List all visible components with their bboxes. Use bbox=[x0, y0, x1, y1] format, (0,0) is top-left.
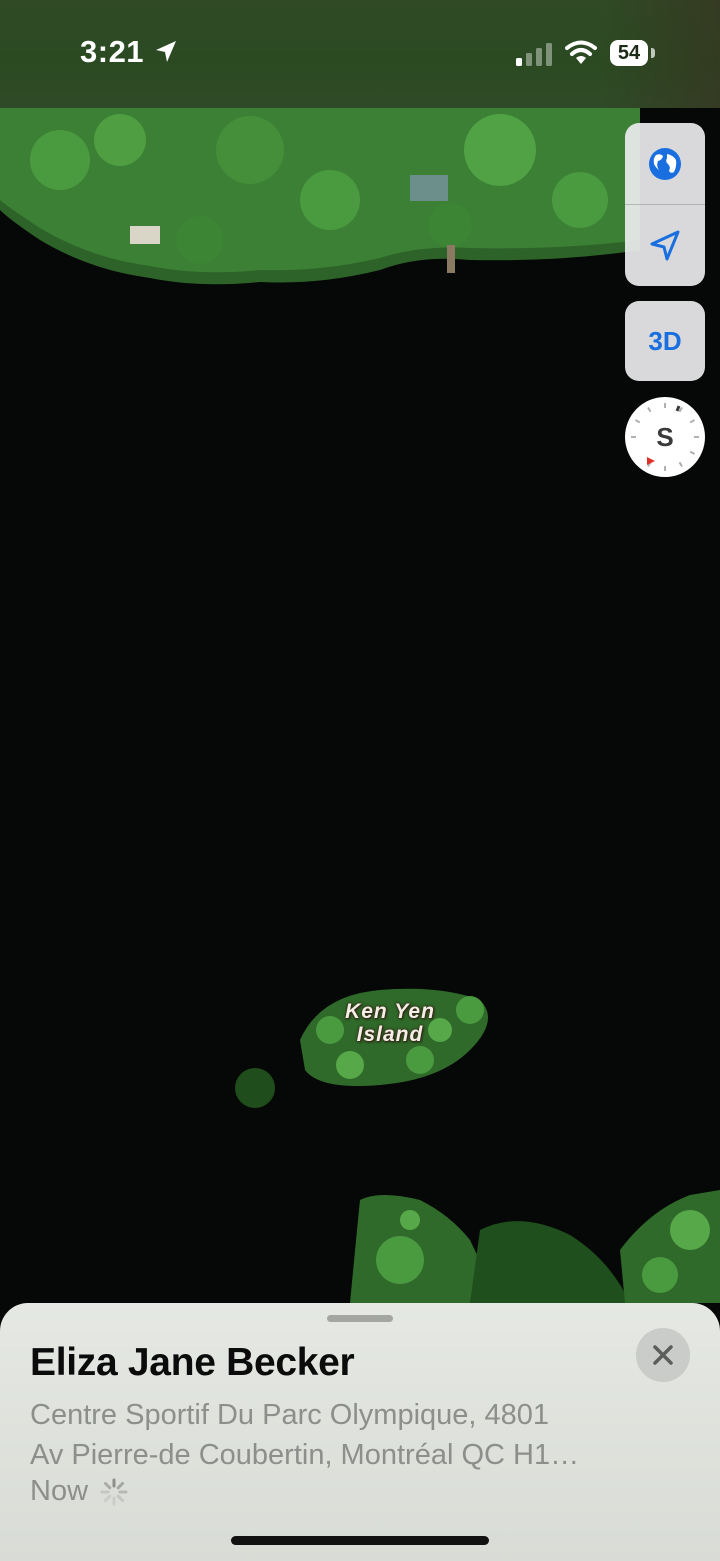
sheet-grabber[interactable] bbox=[327, 1315, 393, 1322]
battery-icon: 54 bbox=[610, 40, 648, 66]
compass-heading: S bbox=[656, 421, 674, 452]
updated-time: Now bbox=[30, 1475, 89, 1507]
place-label-line2: Island bbox=[356, 1023, 424, 1046]
current-location-button[interactable] bbox=[625, 205, 705, 286]
globe-icon bbox=[649, 147, 681, 180]
close-sheet-button[interactable] bbox=[636, 1328, 690, 1382]
person-address: Centre Sportif Du Parc Olympique, 4801 A… bbox=[30, 1395, 670, 1475]
3d-view-button[interactable]: 3D bbox=[625, 301, 705, 381]
person-detail-sheet[interactable]: Eliza Jane Becker Centre Sportif Du Parc… bbox=[0, 1303, 720, 1561]
location-arrow-icon bbox=[650, 230, 680, 260]
maps-screen: 3:21 54 3D S Ken Yen Island Eliza Jane B… bbox=[0, 0, 720, 1561]
place-label-ken-yen-island[interactable]: Ken Yen Island bbox=[320, 1000, 460, 1046]
battery-cap bbox=[651, 48, 655, 58]
compass-button[interactable]: S bbox=[625, 397, 705, 477]
place-label-line1: Ken Yen bbox=[345, 1000, 435, 1023]
cellular-signal-icon bbox=[516, 43, 552, 66]
close-icon bbox=[653, 1345, 673, 1365]
home-indicator[interactable] bbox=[231, 1536, 489, 1545]
loading-spinner-icon bbox=[100, 1478, 128, 1505]
updated-row: Now bbox=[30, 1475, 128, 1508]
location-arrow-icon bbox=[156, 41, 176, 62]
address-line-2: Av Pierre-de Coubertin, Montréal QC H1… bbox=[30, 1439, 580, 1471]
address-line-1: Centre Sportif Du Parc Olympique, 4801 bbox=[30, 1399, 550, 1431]
wifi-icon bbox=[565, 40, 597, 64]
map-style-button[interactable] bbox=[625, 123, 705, 204]
status-time: 3:21 bbox=[80, 34, 145, 69]
map-controls-group bbox=[625, 123, 705, 286]
status-bar: 3:21 54 bbox=[0, 0, 720, 108]
battery-level: 54 bbox=[617, 41, 641, 64]
person-name: Eliza Jane Becker bbox=[30, 1341, 355, 1384]
